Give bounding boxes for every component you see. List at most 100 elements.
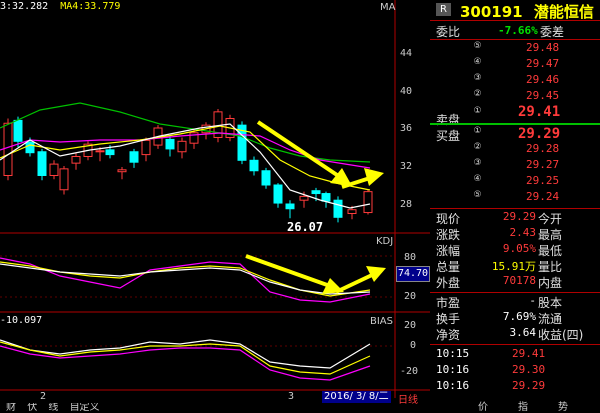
bid-level: ③ <box>473 158 482 168</box>
price-tick: 28 <box>400 199 413 210</box>
candle-body <box>311 190 321 195</box>
trade-time: 10:16 <box>436 363 470 376</box>
bid-row: ④ 29.25 <box>430 174 600 190</box>
stock-code: 300191 <box>460 3 523 21</box>
tab-trend[interactable]: 势 <box>558 402 568 413</box>
stat-label-2: 量比 <box>538 260 563 274</box>
ask-level: ① <box>473 106 482 116</box>
candle-body <box>49 163 59 177</box>
ma5-value: 3:32.282 <box>0 1 49 12</box>
candle-body <box>165 138 175 150</box>
bid-row: ⑤ 29.24 <box>430 190 600 206</box>
candle-body <box>321 193 331 202</box>
kline-chart[interactable] <box>0 0 430 413</box>
rong-badge: R <box>436 3 451 16</box>
x-axis-label: 3 <box>288 391 295 402</box>
stat2-label-2: 股本 <box>538 296 563 310</box>
stat-value: 2.43 <box>509 226 537 239</box>
commission-ratio-label: 委比 <box>436 25 461 39</box>
ask-level: ⑤ <box>473 41 482 51</box>
bid-price: 29.29 <box>518 126 561 142</box>
candle-body <box>25 141 35 154</box>
candle-body <box>117 169 127 173</box>
tab-price[interactable]: 价 <box>478 402 488 413</box>
stat-value: 70178 <box>502 274 536 287</box>
trade-row: 10:16 29.29 <box>430 379 600 395</box>
candle-body <box>285 203 295 210</box>
kdj-current-value: 74.70 <box>396 266 430 282</box>
candle-body <box>141 139 151 156</box>
x-axis-label: 2 <box>40 391 47 402</box>
trade-time: 10:15 <box>436 347 470 360</box>
kdj-label: KDJ <box>376 236 394 247</box>
stat2-row: 净资 3.64 收益(四) <box>430 326 600 342</box>
candle-body <box>261 170 271 186</box>
ask-level: ④ <box>473 57 482 67</box>
ask-price: 29.47 <box>526 57 560 70</box>
stat-row: 现价 29.29 今开 <box>430 210 600 226</box>
ask-price: 29.46 <box>526 73 560 86</box>
bias-line-3 <box>0 345 371 381</box>
candle-body <box>105 149 115 156</box>
bias-tick: -20 <box>400 366 419 377</box>
candle-body <box>177 140 187 153</box>
ask-row: ④ 29.47 <box>430 57 600 73</box>
price-tick: 40 <box>400 86 413 97</box>
stat-label: 涨幅 <box>436 244 461 258</box>
trade-price: 29.29 <box>512 379 546 392</box>
tab-fu[interactable]: 伏 <box>27 403 37 413</box>
ask-row: ② 29.45 <box>430 89 600 105</box>
tab-line[interactable]: 线 <box>48 403 58 413</box>
stat2-row: 换手 7.69% 流通 <box>430 310 600 326</box>
bid-price: 29.24 <box>526 190 560 203</box>
stat-value: 29.29 <box>502 210 536 223</box>
stat2-label-2: 流通 <box>538 312 563 326</box>
panel-bottom-tabs: 价 指 势 <box>430 402 600 413</box>
candle-body <box>299 195 309 201</box>
trade-time: 10:16 <box>436 379 470 392</box>
bid-price: 29.27 <box>526 158 560 171</box>
trade-price: 29.41 <box>512 347 546 360</box>
stat-value: 15.91万 <box>491 260 536 273</box>
candle-body <box>129 151 139 163</box>
ask-row: ③ 29.46 <box>430 73 600 89</box>
price-tick: 32 <box>400 161 413 172</box>
ma-legend: 3:32.282 MA4:33.779 <box>0 1 120 12</box>
bid-row: ③ 29.27 <box>430 158 600 174</box>
ask-price: 29.41 <box>518 104 561 120</box>
trade-row: 10:15 29.41 <box>430 347 600 363</box>
candle-body <box>363 191 373 214</box>
stat2-value: 3.64 <box>509 326 537 339</box>
candle-body <box>333 199 343 218</box>
candle-body <box>95 150 105 153</box>
commission-ratio-value: -7.66% <box>498 24 538 37</box>
tab-custom[interactable]: 自定义 <box>70 403 100 413</box>
stat-row: 涨跌 2.43 最高 <box>430 226 600 242</box>
bias-label: BIAS <box>370 316 393 327</box>
stock-title: 300191 潜能恒信 <box>460 1 594 22</box>
bias-line-1 <box>0 339 371 369</box>
price-tick: 44 <box>400 48 413 59</box>
tab-index[interactable]: 指 <box>518 402 528 413</box>
stat-label: 涨跌 <box>436 228 461 242</box>
candle-body <box>347 209 357 214</box>
ask-price: 29.45 <box>526 89 560 102</box>
stat2-row: 市盈 - 股本 <box>430 294 600 310</box>
tab-finance[interactable]: 财 <box>6 403 16 413</box>
bid-level: ① <box>473 126 482 136</box>
stat-label-2: 最低 <box>538 244 563 258</box>
bid-level: ⑤ <box>473 190 482 200</box>
annotation-arrow-price <box>256 120 384 189</box>
stat-row: 外盘 70178 内盘 <box>430 274 600 290</box>
candle-body <box>59 168 69 191</box>
trade-price: 29.30 <box>512 363 546 376</box>
candle-body <box>3 122 13 176</box>
stat-value: 9.05% <box>502 242 536 255</box>
stat-row: 总量 15.91万 量比 <box>430 258 600 274</box>
stat-label: 总量 <box>436 260 461 274</box>
stat-label-2: 今开 <box>538 212 563 226</box>
stat-row: 涨幅 9.05% 最低 <box>430 242 600 258</box>
stat-label-2: 最高 <box>538 228 563 242</box>
bid-row: ① 29.29 <box>430 126 600 142</box>
bid-row: ② 29.28 <box>430 142 600 158</box>
